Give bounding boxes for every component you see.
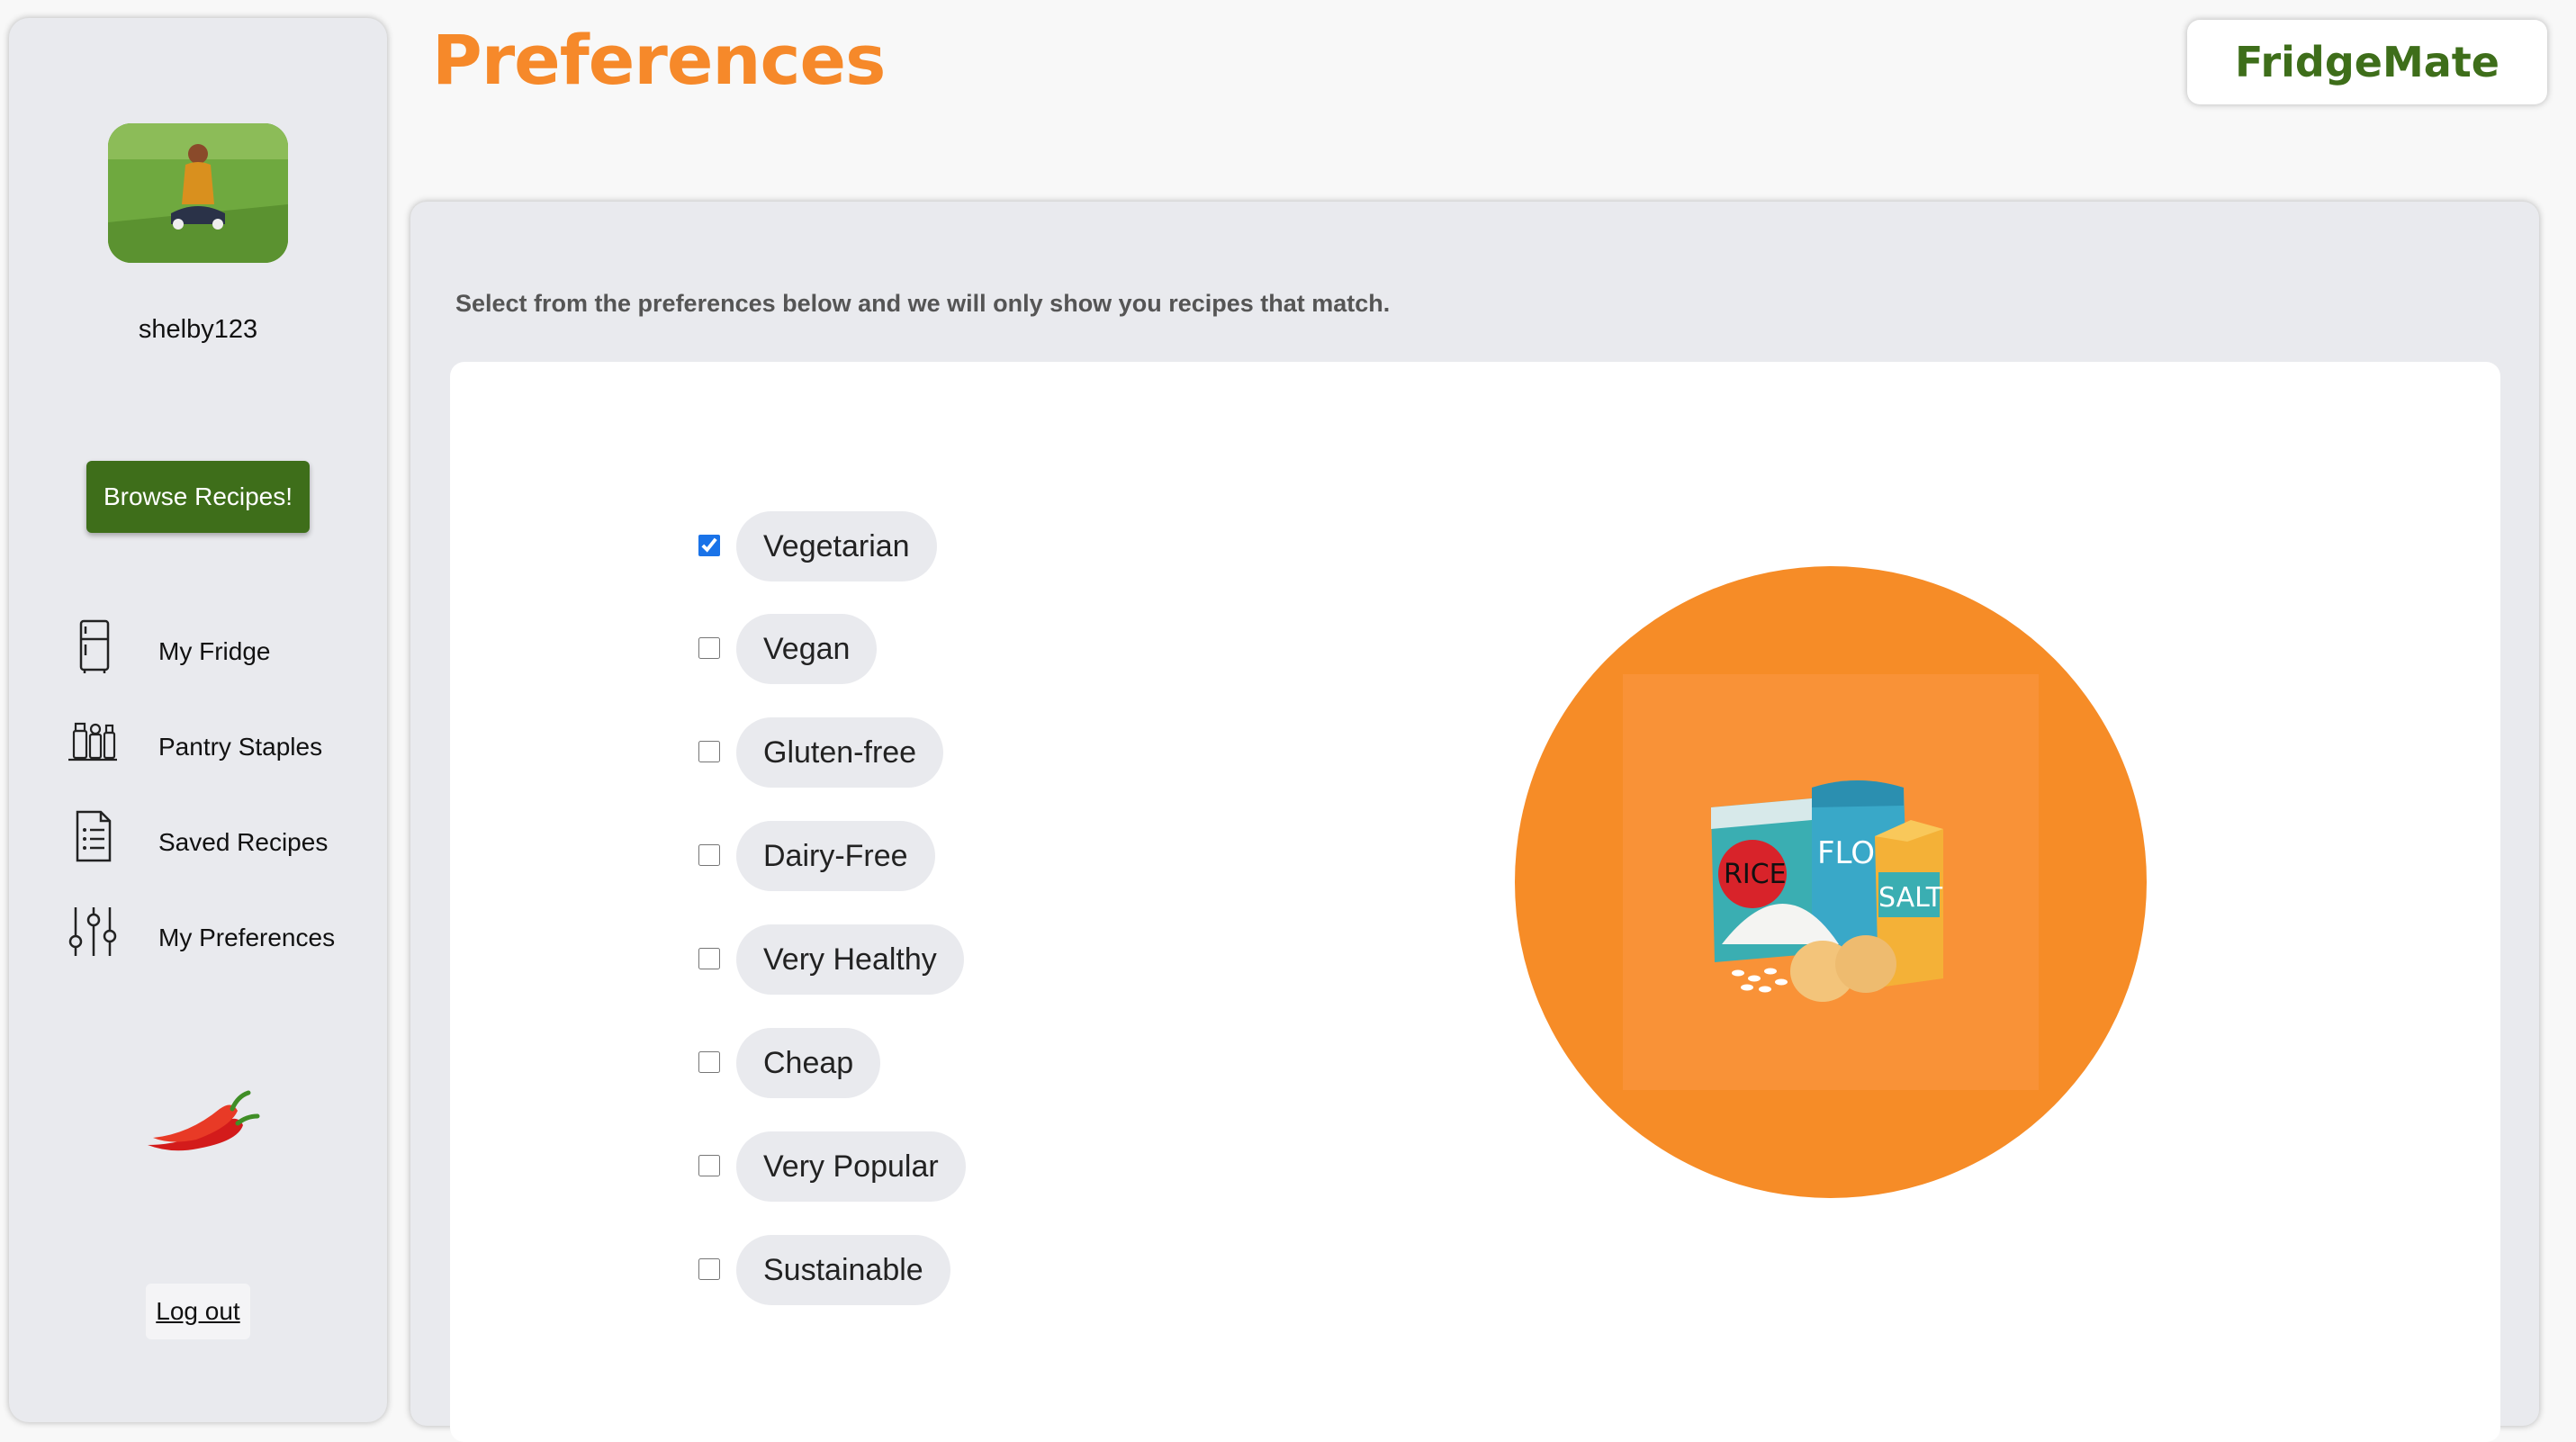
logout-link[interactable]: Log out <box>146 1284 250 1339</box>
intro-text: Select from the preferences below and we… <box>455 290 1391 317</box>
preference-checkbox-vegetarian[interactable] <box>698 535 720 556</box>
preference-checkbox-very-healthy[interactable] <box>698 948 720 969</box>
preference-checkbox-vegan[interactable] <box>698 637 720 659</box>
preference-label[interactable]: Very Healthy <box>736 924 964 995</box>
sidebar-item-label: My Preferences <box>158 924 336 951</box>
preference-checkbox-dairy-free[interactable] <box>698 844 720 866</box>
sidebar-item-my-fridge[interactable]: My Fridge <box>63 616 369 688</box>
preference-checkbox-gluten-free[interactable] <box>698 741 720 762</box>
browse-recipes-button[interactable]: Browse Recipes! <box>86 461 310 533</box>
sidebar-item-saved-recipes[interactable]: Saved Recipes <box>63 807 369 879</box>
username: shelby123 <box>138 315 258 344</box>
sidebar-item-label: My Fridge <box>158 637 271 665</box>
svg-text:SALT: SALT <box>1878 882 1943 914</box>
preference-label[interactable]: Dairy-Free <box>736 821 935 891</box>
preference-label[interactable]: Vegetarian <box>736 511 937 581</box>
sidebar-item-pantry-staples[interactable]: Pantry Staples <box>63 711 369 783</box>
pantry-illustration: RICE FLOUR SALT <box>1515 566 2147 1198</box>
preference-label[interactable]: Sustainable <box>736 1235 950 1305</box>
preference-label[interactable]: Cheap <box>736 1028 881 1098</box>
spice-jars-icon <box>63 711 117 771</box>
sidebar-item-my-preferences[interactable]: My Preferences <box>63 902 369 974</box>
sidebar-item-label: Pantry Staples <box>158 733 323 761</box>
preference-label[interactable]: Gluten-free <box>736 717 944 788</box>
preference-checkbox-cheap[interactable] <box>698 1051 720 1073</box>
page-title: Preferences <box>432 20 886 100</box>
chili-pepper-logo <box>144 1082 261 1163</box>
preferences-panel: Select from the preferences below and we… <box>410 202 2539 1442</box>
sliders-icon <box>63 902 117 961</box>
preference-label[interactable]: Vegan <box>736 614 878 684</box>
brand-logo[interactable]: FridgeMate <box>2187 20 2547 104</box>
fridge-icon <box>63 616 117 675</box>
preferences-card: Vegetarian Vegan Gluten-free Dairy-Free … <box>450 362 2500 1442</box>
document-list-icon <box>63 807 117 866</box>
avatar[interactable] <box>108 123 288 263</box>
preference-label[interactable]: Very Popular <box>736 1131 966 1202</box>
preference-checkbox-very-popular[interactable] <box>698 1155 720 1176</box>
svg-text:RICE: RICE <box>1724 859 1787 890</box>
preference-checkbox-sustainable[interactable] <box>698 1258 720 1280</box>
sidebar: shelby123 Browse Recipes! My Fridge Pant… <box>9 18 387 1422</box>
sidebar-item-label: Saved Recipes <box>158 828 329 856</box>
